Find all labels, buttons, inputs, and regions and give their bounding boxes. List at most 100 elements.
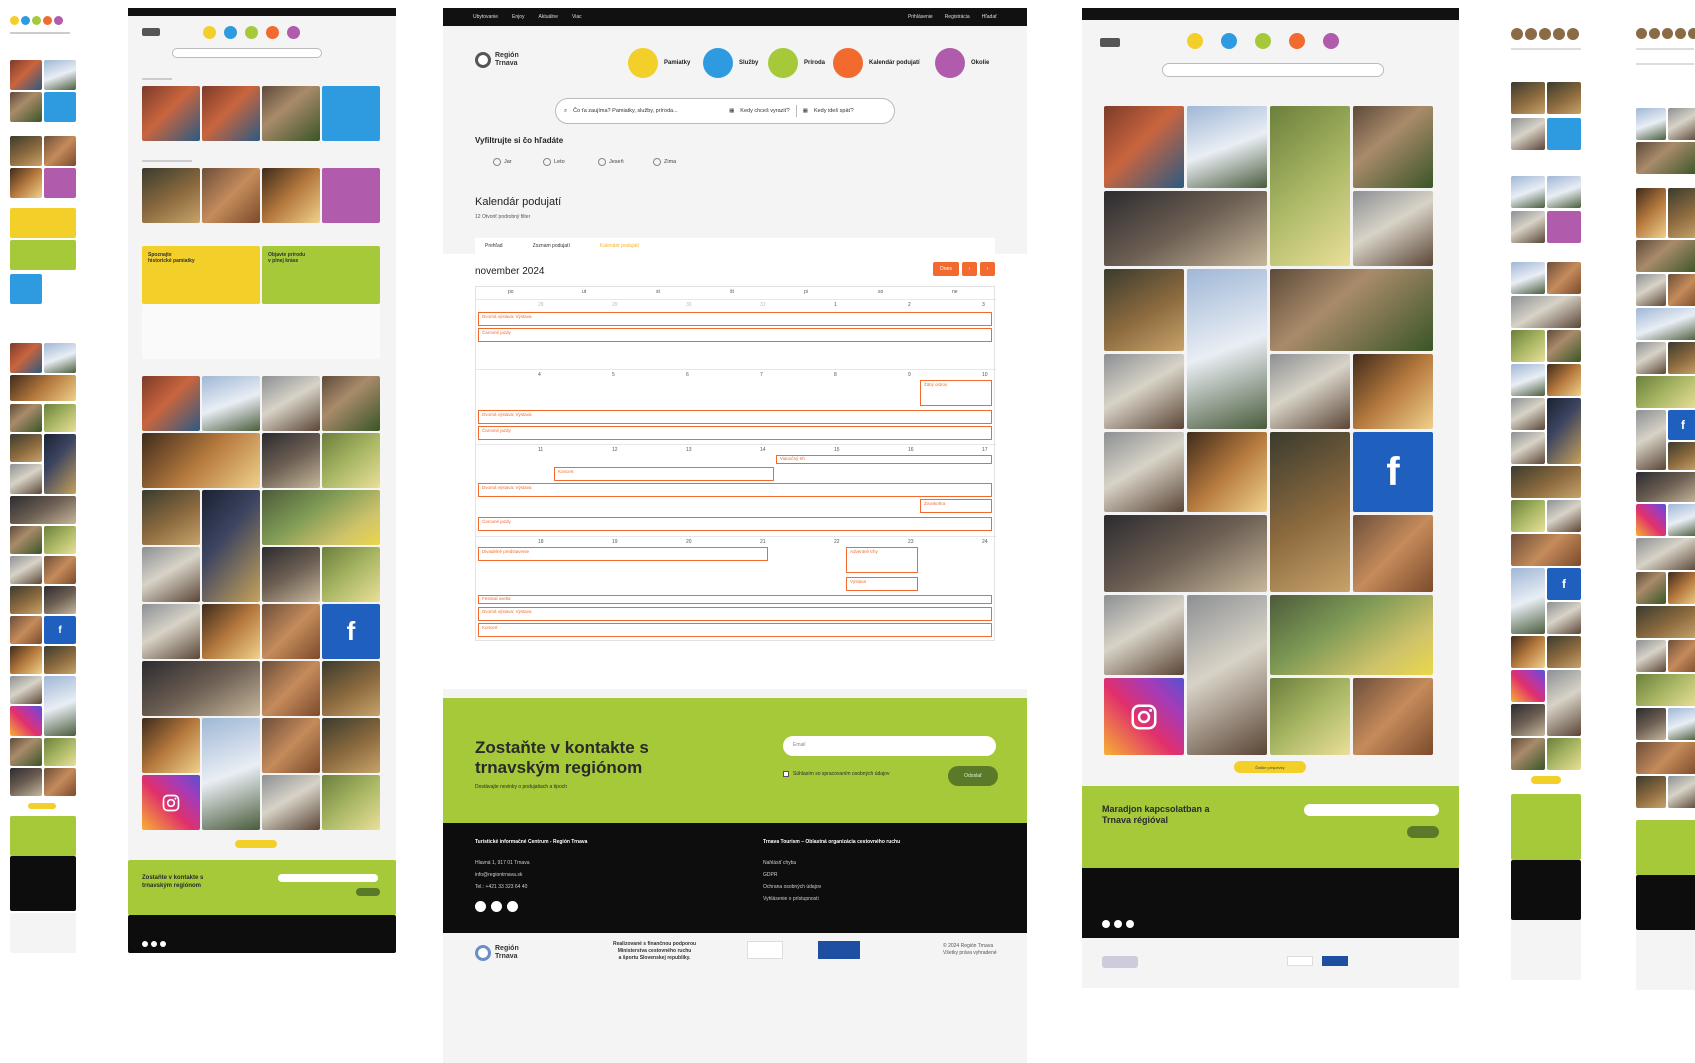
event-title: Vianočný trh [780, 456, 805, 461]
date-from-field[interactable]: Kedy chceš vyraziť? [740, 108, 789, 114]
event-title: Výstava [850, 579, 867, 584]
calendar-event[interactable]: Čarovné jazdy [478, 426, 992, 440]
calendar-event[interactable]: Dvorná výstava: Výstava [478, 607, 992, 621]
facebook-tile[interactable]: f [322, 604, 380, 659]
day-number: 1 [834, 302, 837, 308]
filter-autumn[interactable]: Jeseň [598, 158, 624, 166]
footer-link[interactable]: Nahlásiť chybu [763, 857, 821, 869]
load-more-button[interactable]: Ďalšie príspevky [1234, 761, 1306, 773]
footer-link[interactable]: GDPR [763, 869, 821, 881]
filter-winter[interactable]: Zima [653, 158, 676, 166]
weekday: št [730, 289, 734, 295]
today-button[interactable]: Dnes [933, 262, 959, 276]
calendar-event[interactable]: Žitný ostrov [920, 380, 992, 406]
day-number: 8 [834, 372, 837, 378]
day-number: 31 [760, 302, 766, 308]
day-number: 2 [908, 302, 911, 308]
calendar-event[interactable]: Dvorná výstava: Výstava [478, 410, 992, 424]
day-number: 13 [686, 447, 692, 453]
calendar-event[interactable]: Dvorná výstava: Výstava [478, 312, 992, 326]
login-link[interactable]: Prihlásenie [908, 14, 933, 20]
next-month-button[interactable]: › [980, 262, 995, 276]
tab-overview[interactable]: Prehľad [485, 243, 503, 249]
email-field[interactable]: Email [783, 736, 996, 756]
logo-line1: Región [495, 52, 519, 59]
register-link[interactable]: Registrácia [945, 14, 970, 20]
desktop-preview-calendar: Ubytovanie Enjoy Aktuálne Viac Prihlásen… [443, 8, 1027, 1063]
search-bar[interactable]: ⌕ Čo ťa zaujíma? Pamiatky, služby, príro… [555, 98, 895, 124]
filter-spring[interactable]: Jar [493, 158, 512, 166]
bottom-logo[interactable]: Región Trnava [475, 945, 519, 961]
event-title: Festival svetla [482, 596, 511, 601]
category-label: Príroda [804, 60, 826, 66]
footer-col1-title: Turistické informačné Centrum - Región T… [475, 839, 588, 845]
calendar-event[interactable]: Divadelné predstavenie [478, 547, 768, 561]
instagram-tile[interactable] [142, 775, 200, 830]
portfolio-board: f Spoznajte historické pamiatky Objavte … [0, 0, 1695, 1063]
calendar-event[interactable]: Zvonkohra [920, 499, 992, 513]
date-to-field[interactable]: Kedy ideš späť? [814, 108, 854, 114]
cta-historic-line2: historické pamiatky [148, 258, 195, 264]
instagram-icon[interactable] [1511, 670, 1545, 702]
facebook-icon[interactable]: f [1668, 410, 1695, 440]
category-label: Služby [739, 60, 759, 66]
youtube-icon[interactable] [507, 901, 518, 912]
category-kalendar[interactable]: Kalendár podujatí [833, 48, 920, 78]
filter-label: Leto [554, 159, 565, 165]
calendar-event[interactable]: Výstava [846, 577, 918, 591]
facebook-icon[interactable]: f [44, 616, 76, 644]
open-filter-link[interactable]: 12 Otvoriť podrobný filter [475, 214, 530, 220]
newsletter-title: Zostaňte v kontakte s trnavským regiónom [475, 738, 649, 778]
category-priroda[interactable]: Príroda [768, 48, 825, 78]
mobile-preview-2: f [1509, 8, 1587, 1053]
footer-email[interactable]: info@regiontrnava.sk [475, 869, 529, 881]
calendar-grid: po ut st št pi so ne 28 29 30 31 1 2 3 D… [475, 286, 996, 641]
facebook-tile[interactable]: f [1353, 432, 1433, 512]
instagram-tile[interactable] [1104, 678, 1184, 755]
calendar-event[interactable]: Vianočný trh [776, 455, 992, 464]
category-pamiatky[interactable]: Pamiatky [628, 48, 690, 78]
checkbox-box[interactable] [783, 771, 789, 777]
category-sluzby[interactable]: Služby [703, 48, 758, 78]
topnav-item[interactable]: Aktuálne [539, 14, 558, 20]
day-number: 11 [538, 447, 544, 453]
footer-link[interactable]: Ochrana osobných údajov [763, 881, 821, 893]
newsletter-title-line2: trnavským regiónom [475, 758, 643, 777]
topnav-item[interactable]: Ubytovanie [473, 14, 498, 20]
tab-calendar[interactable]: Kalendár podujatí [600, 243, 639, 249]
calendar-event[interactable]: Dvorná výstava: Výstava [478, 483, 992, 497]
nl-small-title-2: trnavským regiónom [142, 883, 202, 889]
prev-month-button[interactable]: ‹ [962, 262, 977, 276]
calendar-event[interactable]: Čarovné jazdy [478, 517, 992, 531]
consent-checkbox[interactable]: Súhlasím so spracovaním osobných údajov [783, 771, 889, 777]
filter-summer[interactable]: Leto [543, 158, 565, 166]
footer-link[interactable]: Vyhlásenie o prístupnosti [763, 893, 821, 905]
calendar-event[interactable]: Adventné trhy [846, 547, 918, 573]
event-title: Dvorná výstava: Výstava [482, 412, 532, 417]
instagram-icon[interactable] [491, 901, 502, 912]
day-number: 12 [612, 447, 618, 453]
tab-list[interactable]: Zoznam podujatí [533, 243, 570, 249]
topnav-item[interactable]: Viac [572, 14, 582, 20]
instagram-icon[interactable] [1636, 504, 1666, 536]
calendar-event[interactable]: Čarovné jazdy [478, 328, 992, 342]
logo-icon [475, 52, 491, 68]
calendar-event[interactable]: Koncert [554, 467, 774, 481]
site-logo[interactable]: Región Trnava [475, 52, 519, 68]
topnav-item[interactable]: Enjoy [512, 14, 525, 20]
calendar-event[interactable]: Koncert [478, 623, 992, 637]
filter-label: Jar [504, 159, 512, 165]
event-title: Adventné trhy [850, 549, 878, 554]
facebook-icon[interactable]: f [1547, 568, 1581, 600]
facebook-icon[interactable] [475, 901, 486, 912]
desktop-preview-social: f Ďalšie príspevky Maradjon kapcsolatban… [1082, 8, 1459, 988]
subscribe-button[interactable]: Odoslať [948, 766, 998, 786]
search-link[interactable]: Hľadať [982, 14, 997, 20]
calendar-event[interactable]: Festival svetla [478, 595, 992, 604]
search-input[interactable]: Čo ťa zaujíma? Pamiatky, služby, príroda… [573, 108, 723, 114]
day-number: 22 [834, 539, 840, 545]
category-okolie[interactable]: Okolie [935, 48, 989, 78]
footer-phone[interactable]: Tel.: +421 33 323 64 40 [475, 881, 529, 893]
kalendar-icon [833, 48, 863, 78]
instagram-icon[interactable] [10, 706, 42, 736]
